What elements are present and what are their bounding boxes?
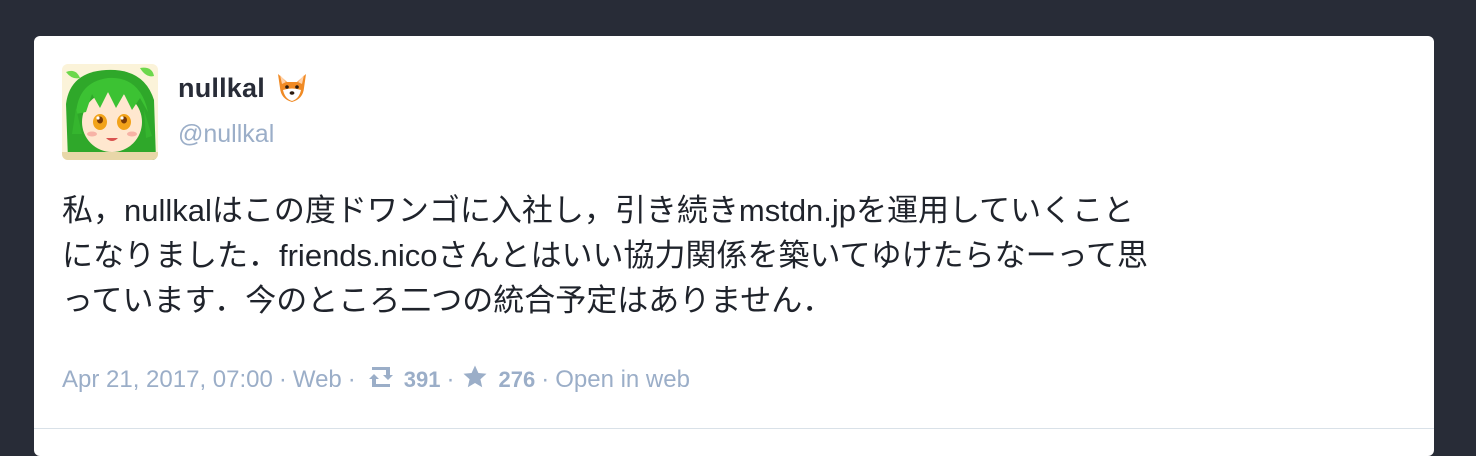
status-content-line: っています．今のところ二つの統合予定はありません． [62, 283, 834, 318]
retweet-icon [362, 364, 404, 397]
display-name-row[interactable]: nullkal [178, 70, 309, 106]
status-content-line: になりました．friends.nicoさんとはいい協力関係を築いてゆけたらなーっ… [62, 238, 1149, 273]
status-meta: Apr 21, 2017, 07:00 · Web · 391 · 276 · … [62, 362, 690, 398]
status-content-line: 私，nullkalはこの度ドワンゴに入社し，引き続きmstdn.jpを運用してい… [62, 193, 1135, 228]
separator-dot: · [446, 366, 455, 393]
favourites-count: 276 [498, 367, 536, 392]
separator-dot: · [347, 366, 356, 393]
status-card: nullkal @nullkal 私，nullkalはこの度ドワンゴに入社し，引… [34, 36, 1434, 456]
open-in-web-link[interactable]: Open in web [555, 366, 690, 394]
account-handle[interactable]: @nullkal [178, 120, 274, 149]
star-icon [460, 364, 498, 397]
application-name: Web [292, 366, 342, 393]
fox-face-icon [275, 71, 309, 105]
avatar[interactable] [62, 64, 158, 160]
divider [34, 428, 1434, 429]
separator-dot: · [278, 366, 287, 393]
separator-dot: · [541, 366, 550, 393]
timestamp-link[interactable]: Apr 21, 2017, 07:00 [62, 366, 273, 394]
display-name[interactable]: nullkal [178, 73, 265, 104]
avatar-image [62, 64, 158, 160]
status-content: 私，nullkalはこの度ドワンゴに入社し，引き続きmstdn.jpを運用してい… [62, 188, 1402, 323]
reblogs-count: 391 [403, 367, 441, 392]
